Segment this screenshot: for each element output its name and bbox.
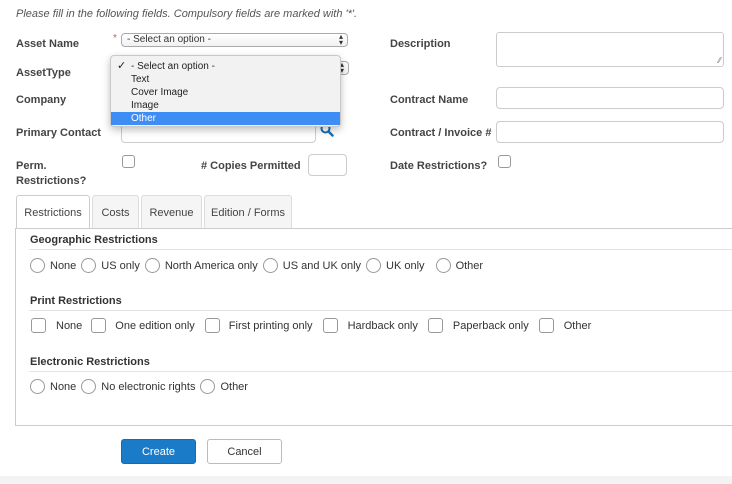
create-button[interactable]: Create: [121, 439, 196, 464]
radio-uk-only[interactable]: [366, 258, 382, 273]
required-marker: *: [113, 33, 117, 44]
perm-restrictions-label: Perm. Restrictions?: [16, 160, 87, 187]
checkbox-first-printing-only[interactable]: [204, 318, 220, 333]
dropdown-option-highlighted[interactable]: Other: [111, 112, 340, 125]
radio-us-and-uk-only[interactable]: [262, 258, 278, 273]
contract-name-label: Contract Name: [390, 94, 469, 106]
description-label: Description: [390, 38, 451, 50]
tab-bar: Restrictions Costs Revenue Edition / For…: [16, 195, 294, 230]
cancel-button[interactable]: Cancel: [207, 439, 282, 464]
asset-type-label: AssetType: [16, 67, 71, 79]
tab-costs[interactable]: Costs: [92, 195, 139, 229]
form-instructions: Please fill in the following fields. Com…: [16, 8, 358, 20]
print-restrictions-title: Print Restrictions: [30, 295, 122, 307]
dropdown-option[interactable]: Text: [111, 73, 340, 86]
radio-none[interactable]: [30, 379, 45, 394]
geographic-options: None US only North America only US and U…: [30, 258, 488, 273]
asset-name-label: Asset Name: [16, 38, 79, 50]
tab-edition-forms[interactable]: Edition / Forms: [204, 195, 292, 229]
date-restrictions-label: Date Restrictions?: [390, 160, 488, 172]
contract-name-input[interactable]: [496, 87, 724, 109]
contract-invoice-label: Contract / Invoice #: [390, 127, 492, 139]
description-textarea[interactable]: ⁄⁄: [496, 32, 724, 67]
electronic-options: None No electronic rights Other: [30, 379, 253, 394]
copies-permitted-input[interactable]: [308, 154, 347, 176]
dropdown-option[interactable]: Image: [111, 99, 340, 112]
radio-no-electronic-rights[interactable]: [81, 379, 97, 394]
dropdown-option[interactable]: ✓ - Select an option -: [111, 60, 340, 73]
electronic-restrictions-title: Electronic Restrictions: [30, 356, 150, 368]
restrictions-panel: Geographic Restrictions None US only Nor…: [15, 228, 732, 426]
company-label: Company: [16, 94, 67, 106]
perm-restrictions-checkbox[interactable]: [122, 155, 135, 168]
select-arrows-icon: ▴ ▾: [338, 32, 343, 47]
radio-other[interactable]: [200, 379, 216, 394]
resize-grip-icon[interactable]: ⁄⁄: [718, 56, 721, 65]
footer-bar: [0, 476, 732, 484]
radio-us-only[interactable]: [81, 258, 97, 273]
checkbox-other[interactable]: [538, 318, 554, 333]
asset-type-dropdown[interactable]: ✓ - Select an option - Text Cover Image …: [110, 55, 341, 127]
checkbox-one-edition-only[interactable]: [91, 318, 107, 333]
tab-revenue[interactable]: Revenue: [141, 195, 202, 229]
radio-none[interactable]: [30, 258, 45, 273]
asset-name-select-value: - Select an option -: [127, 34, 211, 45]
geographic-restrictions-title: Geographic Restrictions: [30, 234, 158, 246]
radio-other[interactable]: [435, 258, 451, 273]
print-options: None One edition only First printing onl…: [31, 318, 591, 333]
checkmark-icon: ✓: [117, 60, 127, 72]
contract-invoice-input[interactable]: [496, 121, 724, 143]
section-divider: [29, 371, 732, 372]
dropdown-option[interactable]: Cover Image: [111, 86, 340, 99]
checkbox-paperback-only[interactable]: [427, 318, 443, 333]
section-divider: [29, 249, 732, 250]
radio-north-america-only[interactable]: [144, 258, 160, 273]
asset-name-select[interactable]: - Select an option - ▴ ▾: [121, 33, 348, 47]
restrictions-tabs: Restrictions Costs Revenue Edition / For…: [15, 195, 732, 426]
section-divider: [29, 310, 732, 311]
tab-restrictions[interactable]: Restrictions: [16, 195, 90, 230]
checkbox-none[interactable]: [31, 318, 46, 333]
checkbox-hardback-only[interactable]: [322, 318, 338, 333]
date-restrictions-checkbox[interactable]: [498, 155, 511, 168]
copies-permitted-label: # Copies Permitted: [201, 160, 301, 172]
primary-contact-label: Primary Contact: [16, 127, 101, 139]
